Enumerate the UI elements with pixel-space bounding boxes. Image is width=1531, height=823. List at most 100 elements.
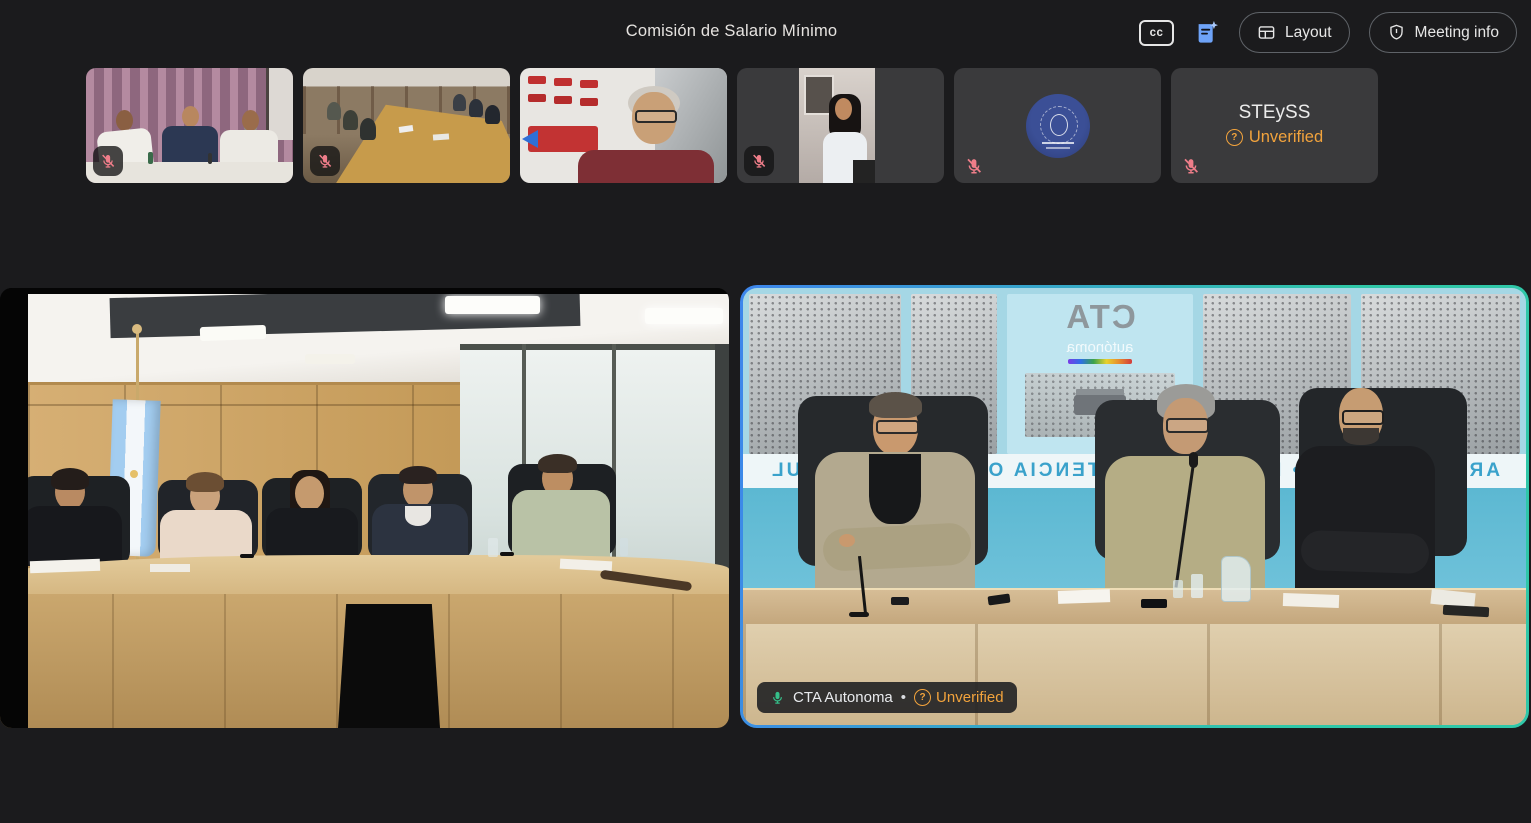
top-bar: Comisión de Salario Mínimo cc Layout Mee… [0,0,1531,65]
table-mic [500,552,514,556]
ceiling-light [305,354,355,364]
logo-row-mark [580,80,598,88]
layout-button[interactable]: Layout [1239,12,1350,53]
shirt-inner [869,454,921,524]
mic-on-icon [770,690,785,705]
captions-icon[interactable]: cc [1139,20,1174,46]
muted-mic-icon [965,157,983,175]
person-blob [360,118,376,140]
logo-row-mark [554,96,572,104]
thumb-tile-steyss[interactable]: STEySS ? Unverified [1171,68,1378,183]
logo-row-mark [528,94,546,102]
bottle [208,153,212,164]
table-papers [433,133,449,140]
water-glass [1191,574,1203,598]
logo-row-mark [554,78,572,86]
stage-tile-meeting-room[interactable] [0,288,729,728]
person-torso [512,490,610,560]
water-glass [1173,580,1183,598]
water-glass [620,538,628,556]
video-letterbox-left [0,288,28,728]
person-glasses [1342,410,1384,425]
phone [891,597,909,605]
person-glasses [876,420,919,434]
flag-finial [132,324,142,334]
bottle [148,152,153,164]
cta-logo-triangle [522,130,538,148]
phone [1141,599,1167,608]
layout-grid-icon [1257,23,1276,42]
table-top [743,588,1526,626]
person-head [242,110,259,131]
seal-text-line [1046,147,1070,149]
thumb-tile-ministry-avatar[interactable] [954,68,1161,183]
under-table-opening [338,604,440,728]
person-hair [869,392,922,418]
person-blob [485,105,500,124]
person-head [295,476,324,511]
person-blob [469,99,483,117]
question-circle-icon: ? [1226,129,1243,146]
mic-off-icon [100,153,116,169]
table-mic [240,554,254,558]
shield-info-icon [1387,23,1406,42]
take-notes-gemini-icon[interactable] [1193,19,1220,46]
cta-video: CTA autónoma ARZO • LA ETENCIA OB OPUL [743,288,1526,725]
person-blob [453,94,466,111]
participant-filmstrip: STEySS ? Unverified [86,68,1378,183]
thumb-tile-portrait-remote[interactable] [737,68,944,183]
banner-fragment: ETENCIA OB [969,460,1115,482]
crossed-arms [1300,530,1429,574]
speaker-glasses [635,110,677,123]
muted-mic-badge [93,146,123,176]
unverified-badge: ? Unverified [1171,128,1378,147]
person-torso [22,506,122,566]
table-paper [30,559,100,573]
separator-dot: • [901,689,906,706]
shirt-collar [405,506,431,526]
thumb-tile-curtain-room[interactable] [86,68,293,183]
window-strip [266,68,293,140]
ceiling-light [200,325,266,341]
participant-name: STEySS [1171,102,1378,124]
seal-text-line [1042,142,1074,144]
muted-mic-badge [744,146,774,176]
meeting-info-button[interactable]: Meeting info [1369,12,1517,53]
seal-emblem [1050,114,1068,136]
thumb-tile-cta-speaker[interactable] [520,68,727,183]
logo-row-mark [528,76,546,84]
thumb-tile-boardroom[interactable] [303,68,510,183]
unverified-badge-label: Unverified [1249,128,1323,147]
person-hair [51,468,89,490]
person-blob [327,102,341,120]
meet-window: Comisión de Salario Mínimo cc Layout Mee… [0,0,1531,823]
top-bar-controls: cc Layout Meeting info [1139,12,1517,53]
cta-logo-subtext: autónoma [1067,339,1134,356]
person-glasses [1166,418,1209,433]
stage-tile-cta-autonoma-active[interactable]: CTA autónoma ARZO • LA ETENCIA OB OPUL [740,285,1529,728]
wall-rail [28,404,460,406]
ceiling-light [445,296,540,314]
ceiling-light [645,308,723,324]
window-edge [715,344,729,578]
person-hair [186,472,224,492]
speaker-torso [578,150,714,183]
video-letterbox-top [0,288,729,294]
muted-mic-icon [1182,157,1200,175]
participant-name-label: CTA Autonoma • ? Unverified [757,682,1017,713]
participant-name: CTA Autonoma [793,689,893,706]
microphone-head [1189,452,1198,468]
person-blob [343,110,358,130]
logo-row-mark [580,98,598,106]
unverified-badge-label: Unverified [936,689,1004,706]
layout-button-label: Layout [1285,24,1332,42]
person-hair [538,454,577,473]
paper-sheet [1058,589,1110,604]
hand [839,534,855,547]
table-paper [150,564,190,572]
water-glass [488,538,498,557]
mic-off-icon [965,157,983,175]
paper-sheet [1283,593,1339,608]
muted-mic-badge [310,146,340,176]
cta-big-logo [528,126,598,152]
